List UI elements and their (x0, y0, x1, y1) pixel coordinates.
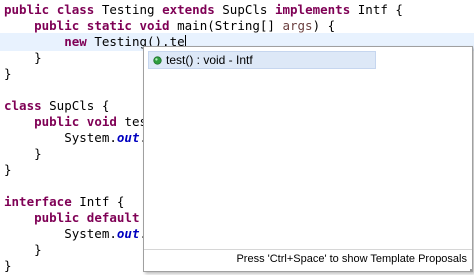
keyword-token: void (139, 18, 178, 33)
code-token: } (4, 242, 42, 257)
code-line[interactable]: } (4, 257, 12, 275)
keyword-token: public (34, 114, 87, 129)
keyword-token: default (86, 210, 148, 225)
keyword-token: implements (274, 2, 358, 17)
keyword-token: class (4, 98, 50, 113)
keyword-token: void (86, 114, 125, 129)
code-token: ) { (312, 18, 336, 33)
resize-grip-icon[interactable] (468, 267, 472, 271)
code-token: } (4, 50, 42, 65)
parameter-token: args (282, 18, 313, 33)
keyword-token: static (86, 18, 140, 33)
code-token: } (4, 66, 12, 81)
keyword-token: new (64, 34, 95, 49)
keyword-token: public (34, 210, 87, 225)
code-token: Intf { (79, 194, 125, 209)
code-token: SupCls { (49, 98, 110, 113)
code-line[interactable]: } (4, 65, 12, 83)
code-token: } (4, 258, 12, 273)
code-editor[interactable]: public class Testing extends SupCls impl… (0, 0, 474, 274)
code-token: } (4, 162, 12, 177)
static-field-token: out (116, 226, 140, 241)
code-token: main(String[] (177, 18, 283, 33)
static-field-token: out (116, 130, 140, 145)
keyword-token: extends (162, 2, 223, 17)
code-token: SupCls (222, 2, 275, 17)
proposal-list[interactable]: test() : void - Intf (144, 47, 472, 249)
keyword-token: public (4, 2, 57, 17)
content-assist-popup[interactable]: test() : void - Intf Press 'Ctrl+Space' … (143, 46, 473, 272)
code-line[interactable]: } (4, 161, 12, 179)
code-token: Intf { (357, 2, 403, 17)
proposal-label: test() : void - Intf (166, 53, 253, 67)
public-method-icon (153, 56, 162, 65)
keyword-token: public (34, 18, 87, 33)
code-token: System. (4, 226, 117, 241)
code-token: System. (4, 130, 117, 145)
keyword-token: interface (4, 194, 80, 209)
template-proposals-hint: Press 'Ctrl+Space' to show Template Prop… (236, 253, 467, 265)
code-token: } (4, 146, 42, 161)
assist-footer: Press 'Ctrl+Space' to show Template Prop… (144, 249, 472, 271)
keyword-token: class (56, 2, 102, 17)
code-token: Testing (101, 2, 163, 17)
proposal-item[interactable]: test() : void - Intf (148, 51, 376, 69)
